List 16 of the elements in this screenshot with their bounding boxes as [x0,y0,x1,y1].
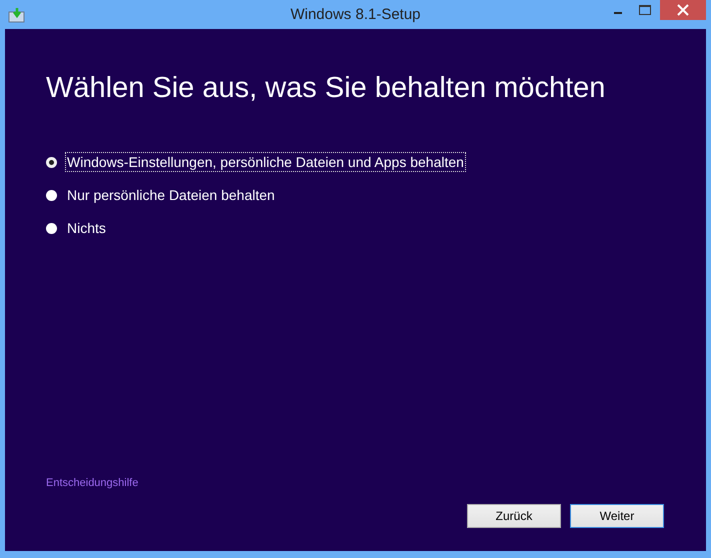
dialog-button[interactable]: Weiter [570,504,664,528]
radio-button[interactable] [46,190,57,200]
close-icon [677,4,689,16]
option-label[interactable]: Nur persönliche Dateien behalten [65,185,277,205]
window-title: Windows 8.1-Setup [289,6,422,23]
radio-button[interactable] [46,156,57,168]
minimize-icon [614,12,622,14]
close-button[interactable] [660,0,706,20]
radio-button[interactable] [46,222,57,234]
maximize-icon [638,5,650,15]
setup-icon [8,6,26,22]
option-label[interactable]: Nichts [65,218,108,238]
page-heading: Wählen Sie aus, was Sie behalten möchten [46,72,606,105]
dialog-button[interactable]: Zurück [467,504,561,528]
help-link[interactable]: Entscheidungshilfe [46,477,138,489]
option-label[interactable]: Windows-Einstellungen, persönliche Dateien und Apps behalten [65,152,466,172]
